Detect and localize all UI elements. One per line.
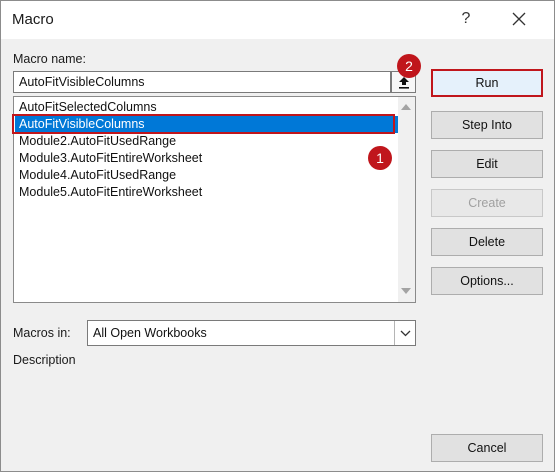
title-bar: Macro ? [1,1,554,39]
edit-button-label: Edit [476,157,498,171]
macros-in-select[interactable]: All Open Workbooks [87,320,416,346]
macros-in-value: All Open Workbooks [93,326,207,340]
list-item[interactable]: Module4.AutoFitUsedRange [15,167,398,184]
macros-in-dropdown-button[interactable] [394,321,415,345]
scroll-up-icon[interactable] [401,104,411,110]
close-icon [512,12,526,26]
list-item[interactable]: Module3.AutoFitEntireWorksheet [15,150,398,167]
list-item[interactable]: AutoFitSelectedColumns [15,99,398,116]
macro-name-label: Macro name: [13,52,86,66]
scroll-down-icon[interactable] [401,288,411,294]
list-item[interactable]: Module2.AutoFitUsedRange [15,133,398,150]
step-2-badge: 2 [397,54,421,78]
run-button[interactable]: Run [431,69,543,97]
description-text [13,373,416,453]
step-1-badge: 1 [368,146,392,170]
description-label: Description [13,353,76,367]
list-item[interactable]: AutoFitVisibleColumns [15,116,398,133]
edit-button[interactable]: Edit [431,150,543,178]
cancel-button-label: Cancel [467,441,507,455]
macro-list[interactable]: AutoFitSelectedColumns AutoFitVisibleColu… [13,96,416,303]
cancel-button[interactable]: Cancel [431,434,543,462]
step-into-button[interactable]: Step Into [431,111,543,139]
macro-list-items: AutoFitSelectedColumns AutoFitVisibleColu… [15,99,398,201]
macro-list-scrollbar[interactable] [398,97,415,302]
close-button[interactable] [505,6,533,32]
options-button[interactable]: Options... [431,267,543,295]
delete-button[interactable]: Delete [431,228,543,256]
macros-in-label: Macros in: [13,326,71,340]
list-item[interactable]: Module5.AutoFitEntireWorksheet [15,184,398,201]
run-button-label: Run [475,76,499,90]
window-title: Macro [12,11,54,28]
help-button[interactable]: ? [453,6,479,32]
chevron-down-icon [400,330,410,336]
macro-dialog: Macro ? Macro name: AutoFitSelectedColum… [0,0,555,472]
create-button-label: Create [468,196,506,210]
create-button[interactable]: Create [431,189,543,217]
options-button-label: Options... [460,274,514,288]
macro-name-input[interactable] [13,71,391,93]
delete-button-label: Delete [468,235,506,249]
help-icon: ? [461,10,471,27]
step-into-button-label: Step Into [461,118,513,132]
